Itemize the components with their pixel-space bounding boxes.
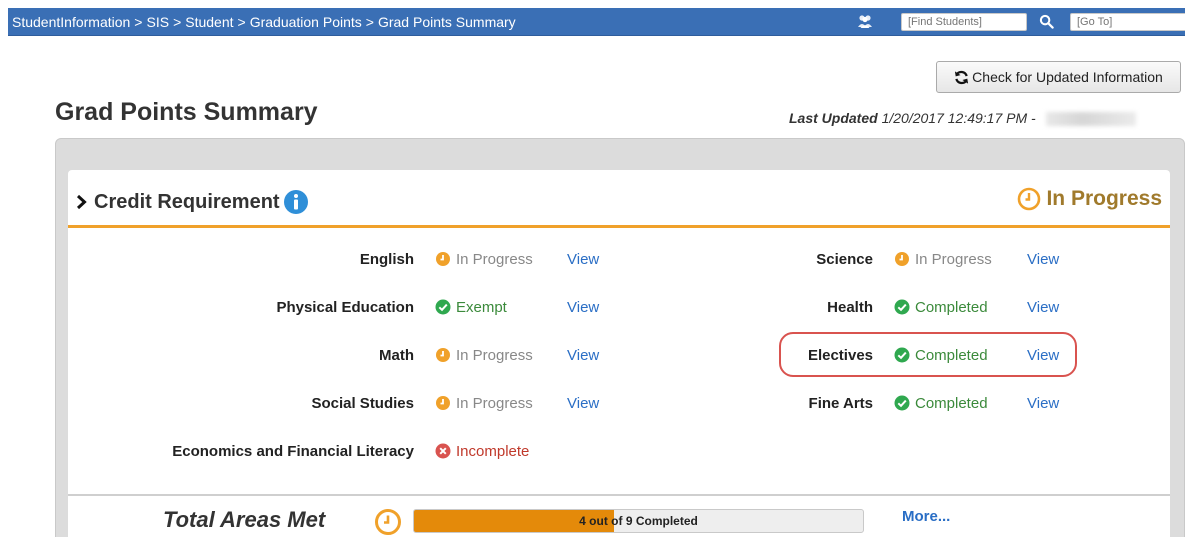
requirement-label: Social Studies: [311, 394, 414, 412]
view-link-math[interactable]: View: [567, 347, 599, 364]
redacted-user-name: [1045, 112, 1136, 127]
progress-text: 4 out of 9 Completed: [579, 514, 698, 528]
view-link-english[interactable]: View: [567, 251, 599, 268]
view-link-fine-arts[interactable]: View: [1027, 395, 1059, 412]
requirement-status: Completed: [894, 395, 988, 412]
total-areas-met-label: Total Areas Met: [163, 507, 326, 532]
check-for-updates-button[interactable]: Check for Updated Information: [936, 61, 1181, 93]
requirement-label: Physical Education: [276, 298, 414, 316]
view-link-science[interactable]: View: [1027, 251, 1059, 268]
electives-highlight-ring: [779, 332, 1077, 377]
check-circle-icon: [435, 299, 451, 315]
requirement-row-social-studies: Social Studies In Progress View: [0, 393, 620, 413]
check-circle-icon: [894, 395, 910, 411]
requirement-row-fine-arts: Fine Arts Completed View: [620, 393, 1180, 413]
find-students-input[interactable]: [901, 13, 1027, 31]
requirement-status: Completed: [894, 299, 988, 316]
status-text: Exempt: [456, 298, 507, 316]
requirement-status: Exempt: [435, 299, 507, 316]
breadcrumb-separator: >: [134, 13, 143, 30]
breadcrumb-separator: >: [173, 13, 182, 30]
breadcrumb: StudentInformation > SIS > Student > Graduatio…: [8, 14, 516, 30]
requirement-row-health: Health Completed View: [620, 297, 1180, 317]
requirement-row-economics: Economics and Financial Literacy Incompl…: [0, 441, 620, 461]
requirement-status: In Progress: [435, 395, 533, 412]
view-link-social-studies[interactable]: View: [567, 395, 599, 412]
requirement-status: Incomplete: [435, 443, 529, 460]
last-updated-value: 1/20/2017 12:49:17 PM -: [881, 110, 1036, 126]
view-link-physical-education[interactable]: View: [567, 299, 599, 316]
requirement-label: Math: [379, 346, 414, 364]
requirement-status: In Progress: [435, 251, 533, 268]
status-text: Completed: [915, 298, 988, 316]
users-icon[interactable]: [857, 13, 873, 29]
status-text: In Progress: [456, 346, 533, 364]
requirement-status: In Progress: [894, 251, 992, 268]
x-circle-icon: [435, 443, 451, 459]
requirement-label: English: [359, 250, 414, 268]
card-header[interactable]: Credit Requirement In Progress: [68, 170, 1170, 228]
status-text: Completed: [915, 394, 988, 412]
refresh-icon: [955, 70, 969, 84]
requirement-row-physical-education: Physical Education Exempt View: [0, 297, 620, 317]
section-status: In Progress: [1017, 187, 1162, 211]
requirement-row-english: English In Progress View: [0, 249, 620, 269]
requirement-label: Health: [827, 298, 873, 316]
breadcrumb-item-studentinformation[interactable]: StudentInformation: [12, 14, 130, 30]
requirement-row-math: Math In Progress View: [0, 345, 620, 365]
breadcrumb-item-graduation-points[interactable]: Graduation Points: [250, 14, 362, 30]
status-text: In Progress: [915, 250, 992, 268]
breadcrumb-separator: >: [365, 13, 374, 30]
clock-icon: [436, 348, 450, 362]
clock-icon: [1018, 187, 1041, 211]
clock-icon: [436, 252, 450, 266]
requirement-status: In Progress: [435, 347, 533, 364]
section-status-label: In Progress: [1046, 187, 1162, 210]
status-text: In Progress: [456, 250, 533, 268]
status-text: Incomplete: [456, 442, 530, 460]
check-for-updates-label: Check for Updated Information: [972, 69, 1163, 85]
top-nav-bar: StudentInformation > SIS > Student > Graduatio…: [8, 8, 1185, 36]
chevron-right-icon[interactable]: [76, 194, 87, 210]
total-areas-progress-bar: 4 out of 9 Completed: [413, 509, 864, 533]
breadcrumb-item-student[interactable]: Student: [185, 14, 233, 30]
requirement-label: Economics and Financial Literacy: [172, 442, 414, 460]
breadcrumb-item-sis[interactable]: SIS: [146, 14, 169, 30]
go-to-input[interactable]: [1070, 13, 1185, 31]
requirement-label: Science: [816, 250, 873, 268]
clock-icon: [895, 252, 909, 266]
clock-icon: [375, 509, 401, 535]
breadcrumb-item-grad-points-summary: Grad Points Summary: [377, 13, 516, 30]
last-updated: Last Updated 1/20/2017 12:49:17 PM -: [789, 110, 1136, 127]
page-title: Grad Points Summary: [55, 98, 318, 126]
more-link[interactable]: More...: [902, 508, 950, 525]
section-title-label: Credit Requirement: [94, 190, 280, 213]
breadcrumb-separator: >: [237, 13, 246, 30]
search-icon[interactable]: [1039, 14, 1054, 29]
status-text: In Progress: [456, 394, 533, 412]
check-circle-icon: [894, 299, 910, 315]
totals-divider: [68, 494, 1170, 496]
requirement-label: Fine Arts: [808, 394, 873, 412]
info-icon[interactable]: [283, 189, 309, 215]
requirement-row-science: Science In Progress View: [620, 249, 1180, 269]
view-link-health[interactable]: View: [1027, 299, 1059, 316]
last-updated-label: Last Updated: [789, 110, 878, 126]
clock-icon: [436, 396, 450, 410]
page-root: StudentInformation > SIS > Student > Graduatio…: [0, 0, 1185, 537]
section-title: Credit Requirement: [76, 189, 309, 215]
